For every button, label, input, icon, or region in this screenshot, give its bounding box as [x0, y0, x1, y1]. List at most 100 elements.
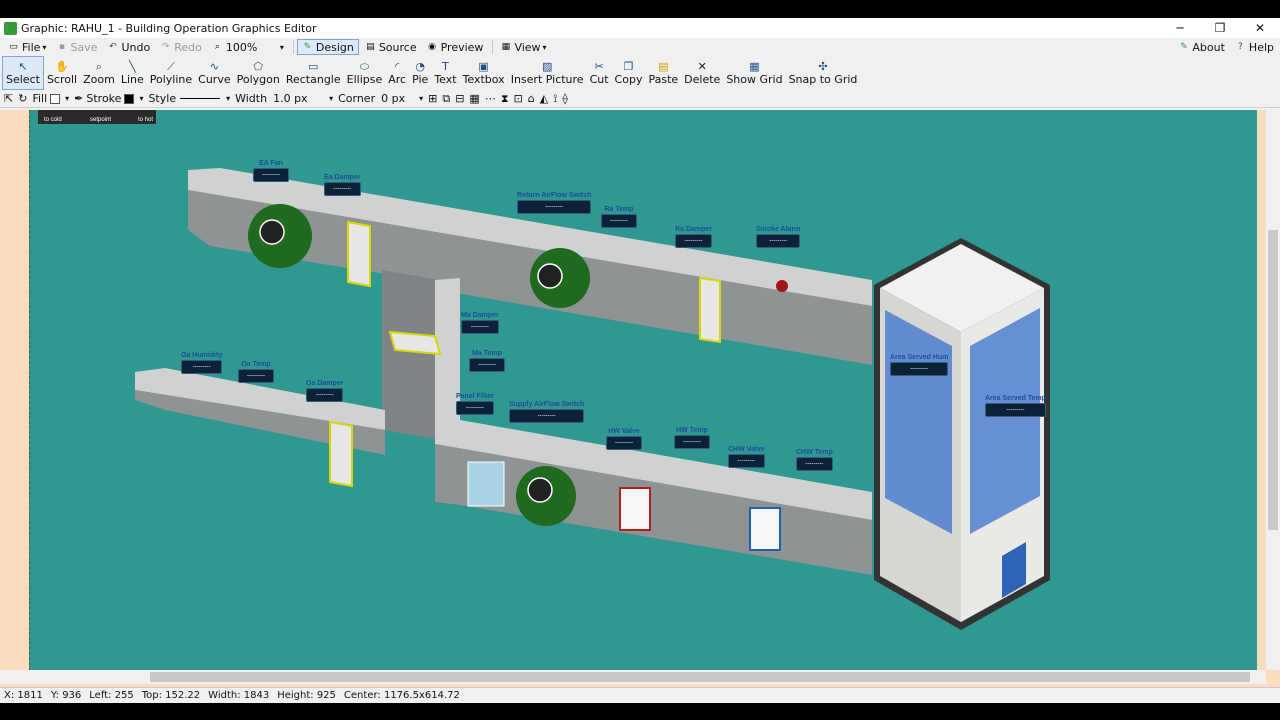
- path-icon[interactable]: ⟟: [553, 92, 557, 106]
- distribute-icon[interactable]: ⋯: [485, 92, 496, 105]
- curve-tool[interactable]: ∿ Curve: [195, 56, 233, 90]
- clipboard-icon: ▤: [658, 59, 669, 73]
- flip-icon[interactable]: ⧗: [501, 92, 509, 106]
- point-chw-temp[interactable]: CHW Temp ---------: [796, 449, 833, 471]
- arc-label: Arc: [388, 72, 407, 86]
- horizontal-scrollbar[interactable]: [0, 670, 1266, 684]
- point-hw-valve[interactable]: HW Valve ---------: [606, 428, 642, 450]
- point-panel-filter[interactable]: Panel Filter ---------: [456, 393, 494, 415]
- maximize-button[interactable]: ❐: [1200, 21, 1240, 35]
- line-icon: ╲: [128, 59, 136, 73]
- point-chw-valve[interactable]: CHW Valve ---------: [728, 446, 765, 468]
- text-tool[interactable]: T Text: [431, 56, 459, 90]
- show-grid-tool[interactable]: ▦ Show Grid: [723, 56, 785, 90]
- pointer-icon: ↖: [18, 59, 28, 73]
- point-value: ---------: [517, 200, 592, 214]
- size-icon[interactable]: ⊡: [514, 92, 523, 105]
- point-supply-airflow[interactable]: Supply AirFlow Switch ---------: [509, 401, 585, 423]
- about-button[interactable]: ✎ About: [1174, 39, 1229, 55]
- polyline-tool[interactable]: ⟋ Polyline: [147, 56, 195, 90]
- point-oa-damper[interactable]: Oa Damper ---------: [306, 380, 344, 402]
- point-ma-damper[interactable]: Ma Damper ---------: [461, 312, 499, 334]
- point-ra-temp[interactable]: Ra Temp ---------: [601, 206, 637, 228]
- fill-swatch[interactable]: [50, 93, 61, 104]
- point-value: ---------: [456, 401, 494, 415]
- align-icon[interactable]: ⊞: [428, 92, 437, 105]
- zoom-tool[interactable]: ⌕ Zoom: [80, 56, 118, 90]
- shape-icon[interactable]: ◭: [540, 92, 548, 105]
- insert-picture-label: Insert Picture: [510, 72, 584, 86]
- zoom-select[interactable]: ⌕ 100% ▾: [208, 39, 288, 55]
- view-icon: ▦: [501, 41, 511, 52]
- point-ma-temp[interactable]: Ma Temp ---------: [469, 350, 505, 372]
- design-tab[interactable]: ✎ Design: [296, 39, 359, 55]
- fill-control[interactable]: Fill ▾: [32, 92, 69, 105]
- point-ra-damper[interactable]: Ra Damper ---------: [675, 226, 712, 248]
- corner-control[interactable]: Corner 0 px ▾: [338, 92, 423, 105]
- delete-icon: ✕: [697, 59, 707, 73]
- transform-icon[interactable]: ⌂: [528, 92, 535, 105]
- rotate-icon[interactable]: ↻: [18, 92, 27, 105]
- redo-icon: ↷: [161, 41, 170, 52]
- edit-points-icon[interactable]: ⟠: [562, 92, 567, 105]
- legend-hot: to hot: [138, 117, 153, 123]
- point-ea-fan[interactable]: EA Fan ---------: [253, 160, 289, 182]
- arc-tool[interactable]: ◜ Arc: [385, 56, 409, 90]
- group-icon[interactable]: ⧉: [442, 92, 450, 106]
- order-icon[interactable]: ▦: [469, 92, 479, 105]
- scroll-tool[interactable]: ✋ Scroll: [44, 56, 80, 90]
- save-button[interactable]: ▪ Save: [52, 39, 101, 55]
- help-button[interactable]: ? Help: [1231, 39, 1278, 55]
- cut-tool[interactable]: ✂ Cut: [587, 56, 612, 90]
- pie-tool[interactable]: ◔ Pie: [409, 56, 431, 90]
- point-label: Ea Damper: [324, 174, 361, 181]
- undo-button[interactable]: ↶ Undo: [103, 39, 154, 55]
- preview-tab[interactable]: ◉ Preview: [423, 39, 488, 55]
- line-tool[interactable]: ╲ Line: [118, 56, 147, 90]
- minimize-button[interactable]: ─: [1160, 21, 1200, 35]
- point-ea-damper[interactable]: Ea Damper ---------: [324, 174, 361, 196]
- ellipse-tool[interactable]: ⬭ Ellipse: [344, 56, 386, 90]
- point-oa-humidity[interactable]: Oa Humidity ---------: [181, 352, 223, 374]
- view-menu[interactable]: ▦ View ▾: [496, 39, 550, 55]
- insert-picture-tool[interactable]: ▨ Insert Picture: [508, 56, 587, 90]
- point-area-temp[interactable]: Area Served Temp ---------: [985, 395, 1046, 417]
- point-return-airflow[interactable]: Return AirFlow Switch ---------: [517, 192, 592, 214]
- zoom-label: Zoom: [83, 72, 115, 86]
- ellipse-label: Ellipse: [346, 72, 383, 86]
- copy-tool[interactable]: ❐ Copy: [612, 56, 646, 90]
- polygon-tool[interactable]: ⬠ Polygon: [234, 56, 283, 90]
- corner-value[interactable]: 0 px: [381, 92, 417, 105]
- text-icon: T: [442, 59, 449, 73]
- paste-tool[interactable]: ▤ Paste: [645, 56, 681, 90]
- curve-label: Curve: [198, 72, 231, 86]
- scissors-icon: ✂: [594, 59, 604, 73]
- point-area-hum[interactable]: Area Served Hum ---------: [890, 354, 949, 376]
- horizontal-scroll-thumb[interactable]: [150, 672, 1250, 682]
- point-smoke-alarm[interactable]: Smoke Alarm ---------: [756, 226, 801, 248]
- point-hw-temp[interactable]: HW Temp ---------: [674, 427, 710, 449]
- delete-tool[interactable]: ✕ Delete: [681, 56, 723, 90]
- redo-button[interactable]: ↷ Redo: [156, 39, 206, 55]
- style-control[interactable]: Style ▾: [148, 92, 230, 105]
- vertical-scroll-thumb[interactable]: [1268, 230, 1278, 530]
- file-menu[interactable]: ▭ File ▾: [4, 39, 50, 55]
- close-button[interactable]: ✕: [1240, 21, 1280, 35]
- ra-damper: [699, 276, 721, 344]
- source-tab[interactable]: ▤ Source: [361, 39, 421, 55]
- stroke-control[interactable]: ✒ Stroke ▾: [74, 92, 143, 105]
- textbox-tool[interactable]: ▣ Textbox: [460, 56, 508, 90]
- rectangle-tool[interactable]: ▭ Rectangle: [283, 56, 344, 90]
- point-value: ---------: [181, 360, 223, 374]
- select-tool[interactable]: ↖ Select: [2, 56, 44, 90]
- graphic-canvas[interactable]: to cold setpoint to hot EA Fan ---------…: [29, 110, 1257, 670]
- pointer-icon[interactable]: ⇱: [4, 92, 13, 105]
- width-value[interactable]: 1.0 px: [273, 92, 327, 105]
- snap-to-grid-tool[interactable]: ✣ Snap to Grid: [786, 56, 861, 90]
- vertical-scrollbar[interactable]: [1266, 110, 1280, 670]
- copy-icon: ❐: [623, 59, 634, 73]
- arrange-icon[interactable]: ⊟: [455, 92, 464, 105]
- point-oa-temp[interactable]: Oa Temp ---------: [238, 361, 274, 383]
- stroke-swatch[interactable]: [124, 93, 135, 104]
- width-control[interactable]: Width 1.0 px ▾: [235, 92, 333, 105]
